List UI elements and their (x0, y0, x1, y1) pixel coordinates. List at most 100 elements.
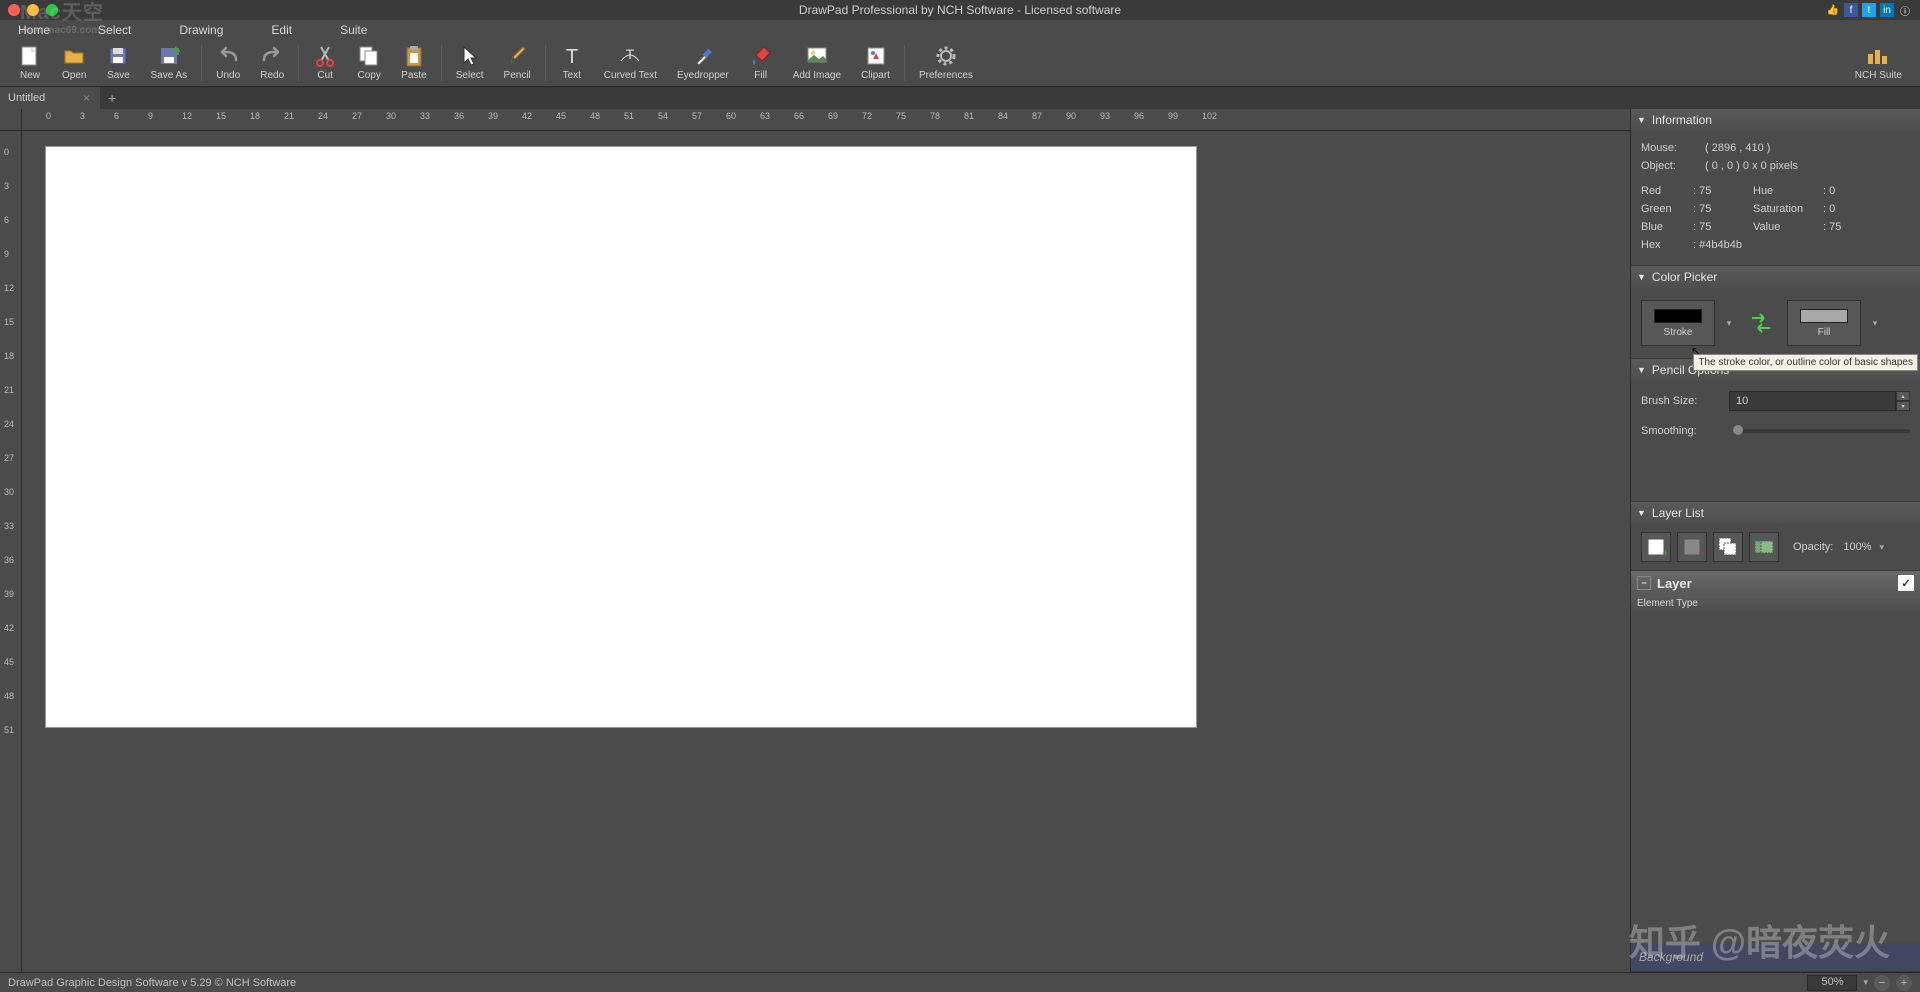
mouse-label: Mouse: (1641, 142, 1693, 154)
merge-layer-button[interactable] (1749, 532, 1779, 562)
fill-icon (749, 44, 773, 68)
open-button[interactable]: Open (52, 40, 96, 86)
toolbar: New Open Save Save As Undo Redo Cut Copy… (0, 39, 1920, 87)
thumbsup-icon[interactable]: 👍 (1826, 3, 1840, 17)
swap-colors-button[interactable] (1743, 300, 1779, 346)
object-value: ( 0 , 0 ) 0 x 0 pixels (1693, 160, 1798, 172)
saveas-icon (157, 44, 181, 68)
expand-icon[interactable]: − (1637, 576, 1651, 590)
eyedropper-icon (691, 44, 715, 68)
tab-bar: Untitled × + (0, 87, 1920, 109)
redo-button[interactable]: Redo (250, 40, 294, 86)
zoom-out-button[interactable]: − (1874, 975, 1890, 991)
fill-color-button[interactable]: Fill (1787, 300, 1861, 346)
saveas-button[interactable]: Save As (140, 40, 197, 86)
select-tool[interactable]: Select (446, 40, 494, 86)
pencil-icon (505, 44, 529, 68)
layer-header[interactable]: − Layer ✓ (1631, 571, 1920, 595)
information-header[interactable]: ▼Information (1631, 109, 1920, 131)
twitter-icon[interactable]: t (1862, 3, 1876, 17)
addimage-button[interactable]: Add Image (783, 40, 851, 86)
canvas[interactable] (46, 147, 1196, 727)
green-label: Green (1641, 203, 1693, 221)
menu-edit[interactable]: Edit (253, 23, 322, 37)
fill-swatch (1800, 309, 1848, 323)
curvedtext-icon: T (618, 44, 642, 68)
color-picker-header[interactable]: ▼Color Picker (1631, 266, 1920, 288)
save-button[interactable]: Save (96, 40, 140, 86)
element-type-header: Element Type (1631, 595, 1920, 611)
canvas-viewport[interactable] (22, 131, 1630, 972)
clipart-button[interactable]: Clipart (851, 40, 900, 86)
hue-label: Hue (1753, 185, 1823, 203)
close-tab-icon[interactable]: × (81, 91, 92, 105)
layer-list-header[interactable]: ▼Layer List (1631, 502, 1920, 524)
new-tab-button[interactable]: + (100, 90, 124, 106)
statusbar: DrawPad Graphic Design Software v 5.29 ©… (0, 972, 1920, 992)
smoothing-slider[interactable] (1733, 429, 1910, 433)
blue-value: : 75 (1693, 221, 1753, 239)
stroke-dropdown[interactable]: ▾ (1723, 300, 1735, 346)
nchsuite-button[interactable]: NCH Suite (1845, 40, 1912, 86)
menubar: Home Select Drawing Edit Suite (0, 20, 1920, 39)
menu-drawing[interactable]: Drawing (161, 23, 253, 37)
pencil-tool[interactable]: Pencil (494, 40, 541, 86)
svg-text:T: T (566, 46, 578, 67)
new-button[interactable]: New (8, 40, 52, 86)
opacity-dropdown[interactable]: ▾ (1880, 542, 1885, 553)
val-value: : 75 (1823, 221, 1841, 239)
information-panel: ▼Information Mouse:( 2896 , 410 ) Object… (1631, 109, 1920, 266)
zoom-dropdown-icon[interactable]: ▾ (1863, 977, 1868, 988)
swap-icon (1748, 310, 1774, 336)
smoothing-label: Smoothing: (1641, 425, 1729, 437)
social-links: 👍 f t in ⓘ (1826, 3, 1912, 17)
copy-icon (357, 44, 381, 68)
close-window[interactable] (8, 4, 20, 16)
hex-value: : #4b4b4b (1693, 239, 1742, 257)
redo-icon (260, 44, 284, 68)
layer-panel: − Layer ✓ Element Type Background (1631, 571, 1920, 972)
hex-label: Hex (1641, 239, 1693, 257)
preferences-button[interactable]: Preferences (909, 40, 983, 86)
linkedin-icon[interactable]: in (1880, 3, 1894, 17)
blue-label: Blue (1641, 221, 1693, 239)
val-label: Value (1753, 221, 1823, 239)
red-label: Red (1641, 185, 1693, 203)
info-icon[interactable]: ⓘ (1898, 3, 1912, 17)
duplicate-layer-button[interactable] (1713, 532, 1743, 562)
paste-button[interactable]: Paste (391, 40, 437, 86)
delete-layer-button[interactable]: − (1677, 532, 1707, 562)
zoom-value[interactable]: 50% (1807, 975, 1857, 991)
green-value: : 75 (1693, 203, 1753, 221)
save-icon (106, 44, 130, 68)
fill-dropdown[interactable]: ▾ (1869, 300, 1881, 346)
text-tool[interactable]: TText (550, 40, 594, 86)
document-tab[interactable]: Untitled × (0, 87, 100, 109)
cursor-icon (458, 44, 482, 68)
image-icon (805, 44, 829, 68)
eyedropper-tool[interactable]: Eyedropper (667, 40, 739, 86)
cut-button[interactable]: Cut (303, 40, 347, 86)
undo-button[interactable]: Undo (206, 40, 250, 86)
zoom-in-button[interactable]: + (1896, 975, 1912, 991)
brush-size-stepper[interactable]: ▴▾ (1896, 391, 1910, 411)
sat-label: Saturation (1753, 203, 1823, 221)
add-layer-button[interactable]: + (1641, 532, 1671, 562)
copy-button[interactable]: Copy (347, 40, 391, 86)
fill-tool[interactable]: Fill (739, 40, 783, 86)
menu-suite[interactable]: Suite (322, 23, 397, 37)
collapse-icon: ▼ (1637, 115, 1646, 125)
text-icon: T (560, 44, 584, 68)
svg-text:−: − (1698, 546, 1703, 558)
open-icon (62, 44, 86, 68)
stroke-color-button[interactable]: Stroke (1641, 300, 1715, 346)
brush-size-input[interactable] (1729, 391, 1896, 411)
canvas-area: 0369121518212427303336394245485154576063… (0, 109, 1630, 972)
cut-icon (313, 44, 337, 68)
layer-visibility-checkbox[interactable]: ✓ (1898, 575, 1914, 591)
watermark: 知乎 @暗夜荧火 (1629, 914, 1890, 966)
object-label: Object: (1641, 160, 1693, 172)
facebook-icon[interactable]: f (1844, 3, 1858, 17)
curvedtext-tool[interactable]: TCurved Text (594, 40, 667, 86)
collapse-icon: ▼ (1637, 508, 1646, 518)
